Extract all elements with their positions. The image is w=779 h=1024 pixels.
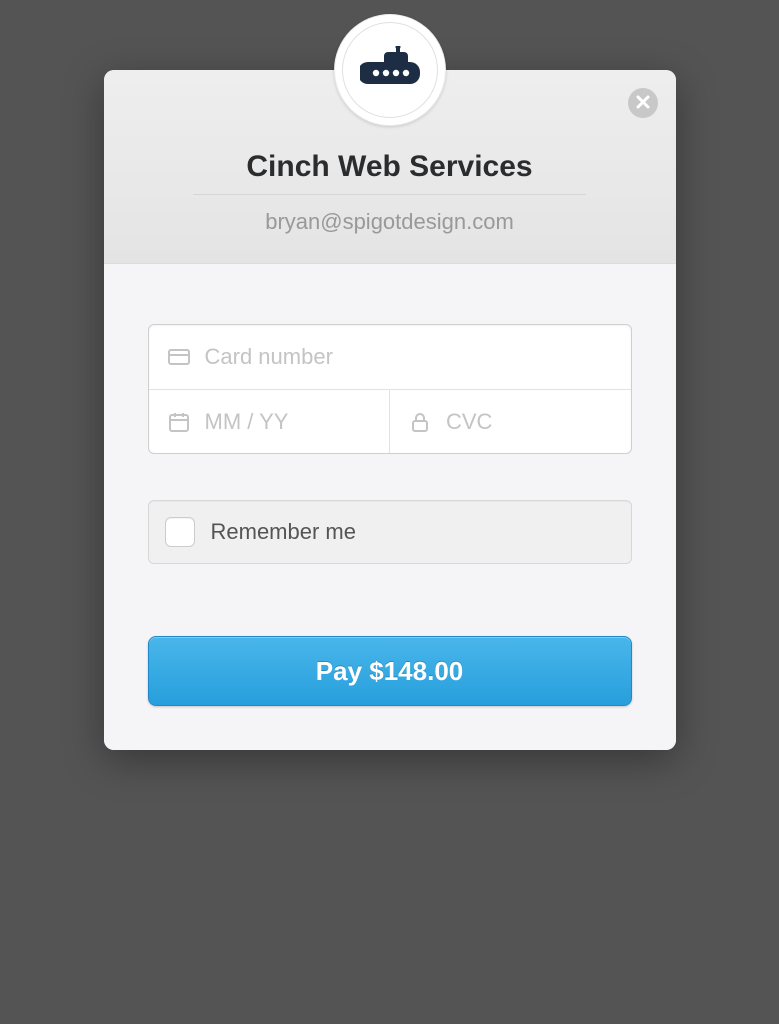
card-input-group bbox=[148, 324, 632, 454]
customer-email: bryan@spigotdesign.com bbox=[144, 209, 636, 235]
calendar-icon bbox=[167, 410, 191, 434]
cvc-input[interactable] bbox=[446, 409, 613, 435]
pay-button[interactable]: Pay $148.00 bbox=[148, 636, 632, 706]
card-details-row bbox=[149, 389, 631, 453]
card-number-row bbox=[149, 325, 631, 389]
credit-card-icon bbox=[167, 345, 191, 369]
lock-icon bbox=[408, 410, 432, 434]
card-number-input[interactable] bbox=[205, 344, 613, 370]
merchant-name: Cinch Web Services bbox=[144, 150, 636, 184]
cvc-cell bbox=[390, 390, 631, 453]
header-divider bbox=[193, 194, 587, 195]
remember-me-row[interactable]: Remember me bbox=[148, 500, 632, 564]
merchant-logo-badge bbox=[334, 14, 446, 126]
remember-me-label: Remember me bbox=[211, 519, 356, 545]
expiry-input[interactable] bbox=[205, 409, 372, 435]
remember-me-checkbox[interactable] bbox=[165, 517, 195, 547]
form-body: Remember me Pay $148.00 bbox=[104, 264, 676, 750]
submarine-icon bbox=[360, 46, 420, 95]
close-icon bbox=[636, 95, 650, 112]
merchant-logo-inner bbox=[342, 22, 438, 118]
close-button[interactable] bbox=[628, 88, 658, 118]
expiry-cell bbox=[149, 390, 391, 453]
checkout-modal: Cinch Web Services bryan@spigotdesign.co… bbox=[104, 70, 676, 750]
